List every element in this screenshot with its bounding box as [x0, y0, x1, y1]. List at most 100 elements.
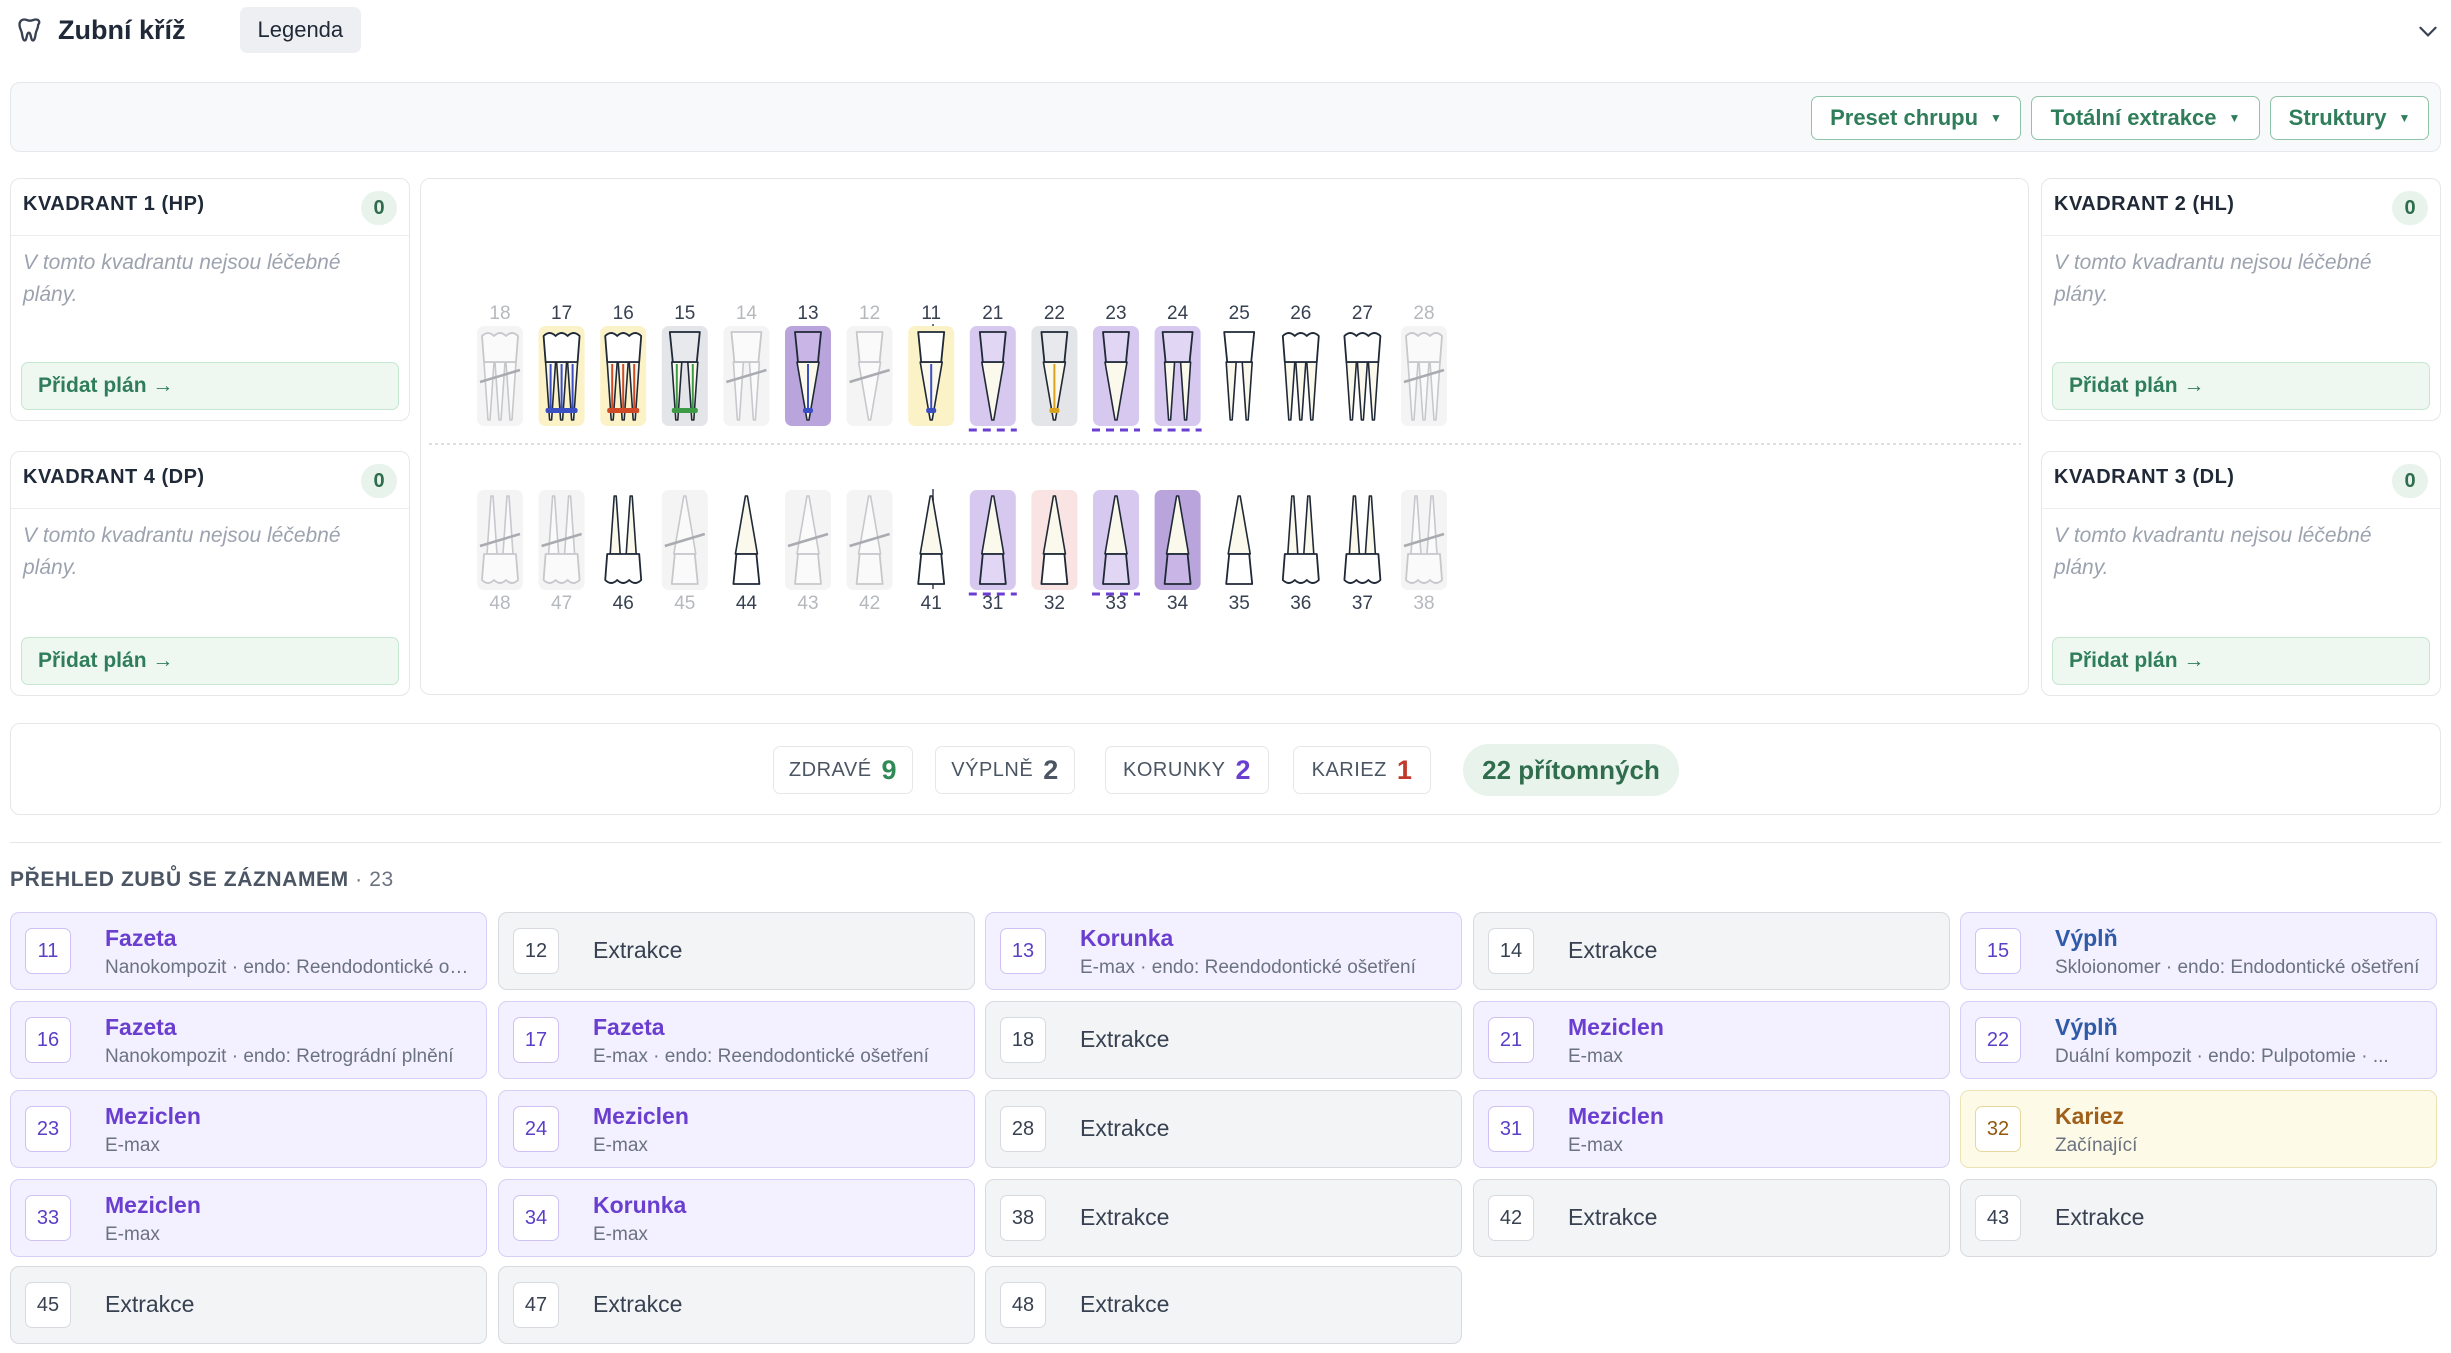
overview-heading: PŘEHLED ZUBŮ SE ZÁZNAMEM: [10, 868, 349, 891]
structures-dropdown[interactable]: Struktury ▼: [2270, 96, 2429, 140]
tooth-46[interactable]: 46: [600, 490, 646, 614]
caret-down-icon: ▼: [2228, 111, 2241, 125]
stat-fillings: VÝPLNĚ 2: [935, 746, 1075, 794]
record-title: Extrakce: [1080, 1204, 1170, 1230]
tooth-record-card[interactable]: 21 Meziclen E-max: [1473, 1001, 1950, 1079]
tooth-number: 35: [1229, 593, 1250, 614]
tooth-record-card[interactable]: 13 Korunka E-max · endo: Reendodontické oš…: [985, 912, 1462, 990]
record-subtitle: Skloionomer · endo: Endodontické ošetřen…: [2055, 957, 2420, 978]
tooth-number: 34: [1167, 593, 1189, 614]
legend-button[interactable]: Legenda: [239, 7, 362, 53]
tooth-27[interactable]: 27: [1339, 303, 1385, 426]
tooth-record-card[interactable]: 18 Extrakce: [985, 1001, 1462, 1079]
tooth-36[interactable]: 36: [1278, 490, 1324, 614]
tooth-number-badge: 32: [1975, 1106, 2021, 1152]
tooth-record-card[interactable]: 22 Výplň Duální kompozit · endo: Pulpotomi…: [1960, 1001, 2437, 1079]
record-subtitle: E-max: [1568, 1135, 1623, 1156]
tooth-44[interactable]: 44: [723, 490, 769, 614]
add-plan-button[interactable]: Přidat plán →: [21, 362, 399, 410]
add-plan-button[interactable]: Přidat plán →: [21, 637, 399, 685]
present-count-badge: 22 přítomných: [1463, 744, 1679, 796]
tooth-16[interactable]: 16: [600, 303, 647, 426]
record-title: Kariez: [2055, 1103, 2125, 1129]
tooth-record-card[interactable]: 31 Meziclen E-max: [1473, 1090, 1950, 1168]
tooth-47[interactable]: 47: [538, 490, 585, 614]
tooth-17[interactable]: 17: [538, 303, 585, 426]
tooth-record-card[interactable]: 24 Meziclen E-max: [498, 1090, 975, 1168]
tooth-record-card[interactable]: 45 Extrakce: [10, 1266, 487, 1344]
tooth-38[interactable]: 38: [1401, 490, 1447, 614]
record-title: Meziclen: [105, 1103, 201, 1129]
tooth-23[interactable]: 23: [1092, 303, 1140, 432]
tooth-number-badge: 22: [1975, 1017, 2021, 1063]
tooth-34[interactable]: 34: [1154, 490, 1201, 614]
tooth-13[interactable]: 13: [785, 303, 831, 426]
tooth-22[interactable]: 22: [1031, 303, 1078, 426]
tooth-14[interactable]: 14: [723, 303, 770, 426]
tooth-number: 22: [1044, 303, 1065, 324]
tooth-record-card[interactable]: 17 Fazeta E-max · endo: Reendodontické oše…: [498, 1001, 975, 1079]
record-title: Meziclen: [105, 1192, 201, 1218]
tooth-25[interactable]: 25: [1216, 303, 1262, 426]
tooth-record-card[interactable]: 47 Extrakce: [498, 1266, 975, 1344]
stat-value: 2: [1043, 754, 1059, 785]
tooth-number: 42: [859, 593, 880, 614]
tooth-number: 25: [1229, 303, 1250, 324]
tooth-35[interactable]: 35: [1216, 490, 1262, 614]
tooth-45[interactable]: 45: [661, 490, 708, 614]
tooth-record-card[interactable]: 48 Extrakce: [985, 1266, 1462, 1344]
tooth-record-card[interactable]: 28 Extrakce: [985, 1090, 1462, 1168]
record-title: Extrakce: [105, 1291, 195, 1317]
tooth-24[interactable]: 24: [1153, 303, 1202, 432]
tooth-record-card[interactable]: 12 Extrakce: [498, 912, 975, 990]
record-title: Fazeta: [105, 1014, 177, 1040]
tooth-15[interactable]: 15: [661, 303, 708, 426]
tooth-record-card[interactable]: 38 Extrakce: [985, 1179, 1462, 1257]
tooth-record-card[interactable]: 14 Extrakce: [1473, 912, 1950, 990]
tooth-record-card[interactable]: 42 Extrakce: [1473, 1179, 1950, 1257]
divider: [10, 842, 2441, 843]
tooth-41[interactable]: 41: [908, 490, 954, 614]
tooth-48[interactable]: 48: [477, 490, 523, 614]
tooth-record-card[interactable]: 15 Výplň Skloionomer · endo: Endodontické …: [1960, 912, 2437, 990]
preset-dropdown[interactable]: Preset chrupu ▼: [1811, 96, 2021, 140]
add-plan-button[interactable]: Přidat plán →: [2052, 362, 2430, 410]
tooth-number-badge: 47: [513, 1282, 559, 1328]
tooth-record-card[interactable]: 33 Meziclen E-max: [10, 1179, 487, 1257]
tooth-43[interactable]: 43: [785, 490, 831, 614]
tooth-11[interactable]: 11: [908, 303, 955, 426]
tooth-record-card[interactable]: 34 Korunka E-max: [498, 1179, 975, 1257]
tooth-record-card[interactable]: 32 Kariez Začínající: [1960, 1090, 2437, 1168]
tooth-26[interactable]: 26: [1278, 303, 1324, 426]
tooth-37[interactable]: 37: [1339, 490, 1385, 614]
page-title: Zubní kříž: [58, 14, 186, 45]
record-subtitle: E-max: [593, 1135, 648, 1156]
tooth-record-card[interactable]: 16 Fazeta Nanokompozit · endo: Retrográdní…: [10, 1001, 487, 1079]
tooth-record-card[interactable]: 43 Extrakce: [1960, 1179, 2437, 1257]
tooth-number-badge: 21: [1488, 1017, 1534, 1063]
tooth-number: 44: [736, 593, 758, 614]
tooth-record-card[interactable]: 11 Fazeta Nanokompozit · endo: Reendodonti…: [10, 912, 487, 990]
record-subtitle: E-max: [105, 1135, 160, 1156]
tooth-32[interactable]: 32: [1031, 490, 1078, 614]
tooth-12[interactable]: 12: [846, 303, 893, 426]
total-extraction-dropdown[interactable]: Totální extrakce ▼: [2031, 96, 2260, 140]
record-title: Extrakce: [1080, 1291, 1170, 1317]
tooth-18[interactable]: 18: [477, 303, 523, 426]
tooth-21[interactable]: 21: [968, 303, 1017, 432]
tooth-number-badge: 16: [25, 1017, 71, 1063]
add-plan-button[interactable]: Přidat plán →: [2052, 637, 2430, 685]
tooth-42[interactable]: 42: [846, 490, 893, 614]
stat-label: VÝPLNĚ: [951, 758, 1034, 781]
record-title: Fazeta: [593, 1014, 665, 1040]
tooth-number: 14: [736, 303, 758, 324]
tooth-31[interactable]: 31: [968, 490, 1017, 614]
tooth-record-card[interactable]: 23 Meziclen E-max: [10, 1090, 487, 1168]
quadrant-title: KVADRANT 1 (HP): [23, 193, 205, 215]
tooth-28[interactable]: 28: [1401, 303, 1447, 426]
quadrant-1-panel: KVADRANT 1 (HP) 0 V tomto kvadrantu nejs…: [10, 178, 410, 421]
chevron-down-icon[interactable]: [2415, 18, 2441, 44]
tooth-number: 15: [674, 303, 695, 324]
empty-message: V tomto kvadrantu nejsou léčebné plány.: [2054, 251, 2372, 306]
tooth-33[interactable]: 33: [1092, 490, 1140, 614]
